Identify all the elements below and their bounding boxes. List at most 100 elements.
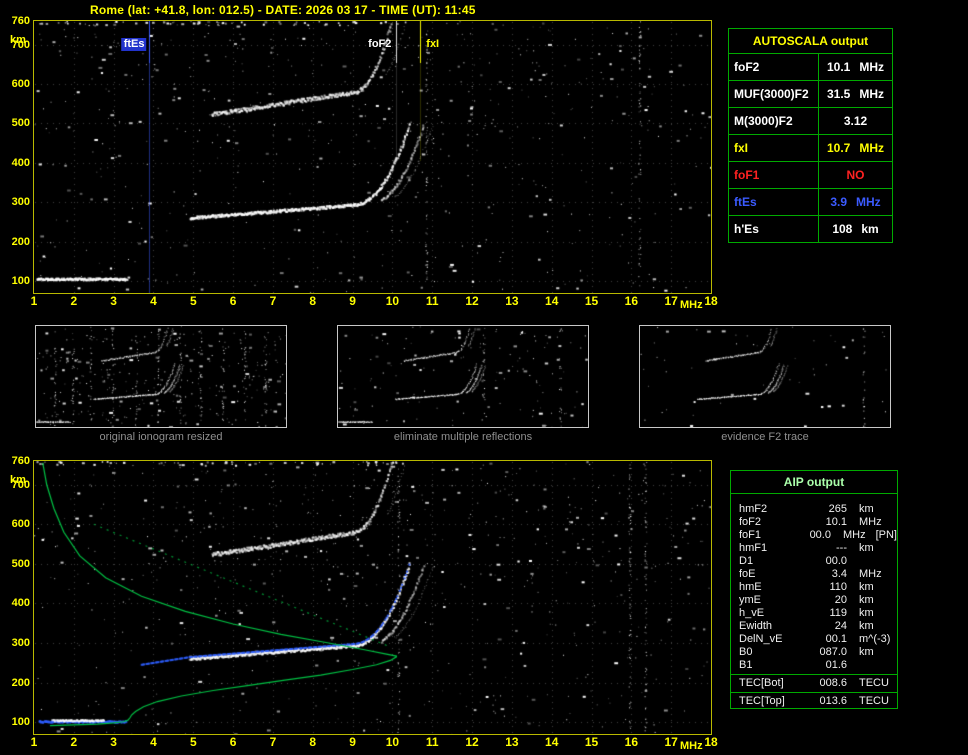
autoscala-param-label: foF1	[729, 162, 819, 188]
autoscala-param-label: ftEs	[729, 189, 819, 215]
autoscala-row: foF2 10.1 MHz	[729, 54, 892, 81]
y-tick-label: 760	[11, 455, 30, 467]
aip-param-label: ymE	[739, 594, 761, 606]
x-tick-label: 8	[309, 294, 317, 308]
x-tick-label: 15	[584, 735, 599, 749]
x-tick-label: 1	[30, 735, 38, 749]
aip-row: D1 00.0	[731, 555, 897, 568]
aip-param-label: hmF1	[739, 542, 768, 554]
autoscala-table-title: AUTOSCALA output	[729, 29, 892, 54]
param-value: 3.9	[830, 195, 847, 209]
aip-param-label: hmE	[739, 581, 762, 593]
param-value: 108	[832, 222, 853, 236]
y-tick-label: 300	[11, 637, 30, 649]
x-tick-label: 12	[465, 735, 479, 749]
x-tick-label: 3	[110, 294, 117, 308]
x-tick-label: 17	[664, 735, 678, 749]
aip-row: hmE 110 km	[731, 581, 897, 594]
thumbnail-f2-trace	[639, 325, 891, 428]
aip-param-unit: m^(-3)	[859, 633, 891, 645]
fxi-marker-label: fxI	[426, 38, 440, 50]
x-tick-label: 13	[505, 735, 519, 749]
aip-param-unit: TECU	[859, 695, 889, 707]
profile-ionogram-plot	[33, 460, 712, 735]
thumbnail-f2-canvas	[640, 326, 890, 427]
x-tick-label: 1	[30, 294, 38, 308]
aip-row: TEC[Bot] 008.6 TECU	[731, 677, 897, 690]
aip-param-label: hmF2	[739, 503, 768, 515]
x-tick-label: 15	[584, 294, 599, 308]
x-tick-label: 7	[269, 294, 277, 308]
aip-row: DelN_vE 00.1 m^(-3)	[731, 633, 897, 646]
aip-param-label: TEC[Bot]	[739, 677, 784, 689]
aip-param-value: 265	[828, 503, 847, 515]
thumbnail-caption: evidence F2 trace	[721, 431, 809, 443]
aip-row: hmF2 265 km	[731, 503, 897, 516]
aip-separator	[731, 674, 897, 675]
aip-row: TEC[Top] 013.6 TECU	[731, 695, 897, 708]
aip-param-value: 00.1	[825, 633, 847, 645]
aip-row: foE 3.4 MHz	[731, 568, 897, 581]
autoscala-param-value: 31.5 MHz	[819, 81, 892, 107]
thumbnail-original-canvas	[36, 326, 286, 427]
x-tick-label: 17	[664, 294, 678, 308]
aip-separator	[731, 692, 897, 693]
y-tick-label: 400	[11, 597, 30, 610]
aip-param-label: foF1	[739, 529, 762, 541]
autoscala-param-label: h'Es	[729, 216, 819, 242]
autoscala-param-value: 10.7 MHz	[819, 135, 892, 161]
autoscala-param-label: MUF(3000)F2	[729, 81, 819, 107]
aip-param-value: 01.6	[825, 659, 847, 671]
y-tick-label: 100	[11, 275, 30, 288]
x-tick-label: 4	[150, 735, 157, 749]
thumbnail-eliminate-canvas	[338, 326, 588, 427]
y-tick-label: 200	[11, 235, 30, 248]
aip-param-label: foF2	[739, 516, 762, 528]
main-ionogram-plot: ftEs foF2 fxI	[33, 20, 712, 294]
x-tick-label: 5	[189, 735, 197, 749]
x-tick-label: 2	[70, 735, 78, 749]
aip-param-value: 3.4	[831, 568, 847, 580]
param-unit: MHz	[859, 141, 885, 155]
y-tick-label: 400	[11, 156, 30, 169]
aip-param-unit: MHz	[859, 516, 882, 528]
y-tick-label: 200	[11, 676, 30, 689]
aip-param-unit: MHz	[859, 568, 882, 580]
param-value: 10.1	[826, 60, 851, 74]
aip-row: foF1 00.0 MHz [PN]	[731, 529, 897, 542]
aip-rows: hmF2 265 km foF2 10.1 MHz foF1 00.0 MHz [PN] hmF1-…	[731, 494, 897, 708]
autoscala-param-value: 3.9 MHz	[819, 189, 892, 215]
fof2-marker-label: foF2	[368, 38, 392, 50]
y-tick-label: 300	[11, 196, 30, 209]
autoscala-output-table: AUTOSCALA output foF2 10.1 MHz MUF(3000)F2 3…	[728, 28, 893, 243]
thumbnail-original-ionogram	[35, 325, 287, 428]
aip-param-label: D1	[739, 555, 754, 567]
x-tick-label: 11	[425, 735, 439, 749]
aip-param-value: 00.0	[809, 529, 831, 541]
ftes-marker-label: ftEs	[121, 38, 147, 51]
thumbnail-caption: eliminate multiple reflections	[393, 431, 533, 443]
aip-param-unit: MHz	[842, 529, 866, 541]
aip-row: B0 087.0 km	[731, 646, 897, 659]
x-tick-label: 10	[385, 294, 400, 308]
param-value: 10.7	[826, 141, 851, 155]
aip-param-value: 110	[829, 581, 847, 593]
aip-param-unit: km	[859, 607, 874, 619]
aip-param-label: B0	[739, 646, 753, 658]
y-tick-label: 500	[11, 557, 30, 570]
aip-param-value: 008.6	[819, 677, 847, 689]
aip-param-value: 087.0	[819, 646, 847, 658]
param-unit: MHz	[859, 60, 885, 74]
autoscala-row: foF1 NO	[729, 162, 892, 189]
autoscala-row: h'Es 108 km	[729, 216, 892, 242]
x-tick-label: 8	[309, 735, 317, 749]
autoscala-param-label: M(3000)F2	[729, 108, 819, 134]
param-value: 3.12	[843, 114, 868, 128]
aip-param-label: Ewidth	[739, 620, 773, 632]
thumbnail-caption: original ionogram resized	[99, 431, 223, 443]
aip-param-value: 10.1	[825, 516, 847, 528]
y-tick-label: 500	[11, 117, 30, 130]
x-tick-label: 14	[545, 735, 559, 749]
aip-param-unit: km	[859, 620, 874, 632]
autoscala-row: M(3000)F2 3.12	[729, 108, 892, 135]
